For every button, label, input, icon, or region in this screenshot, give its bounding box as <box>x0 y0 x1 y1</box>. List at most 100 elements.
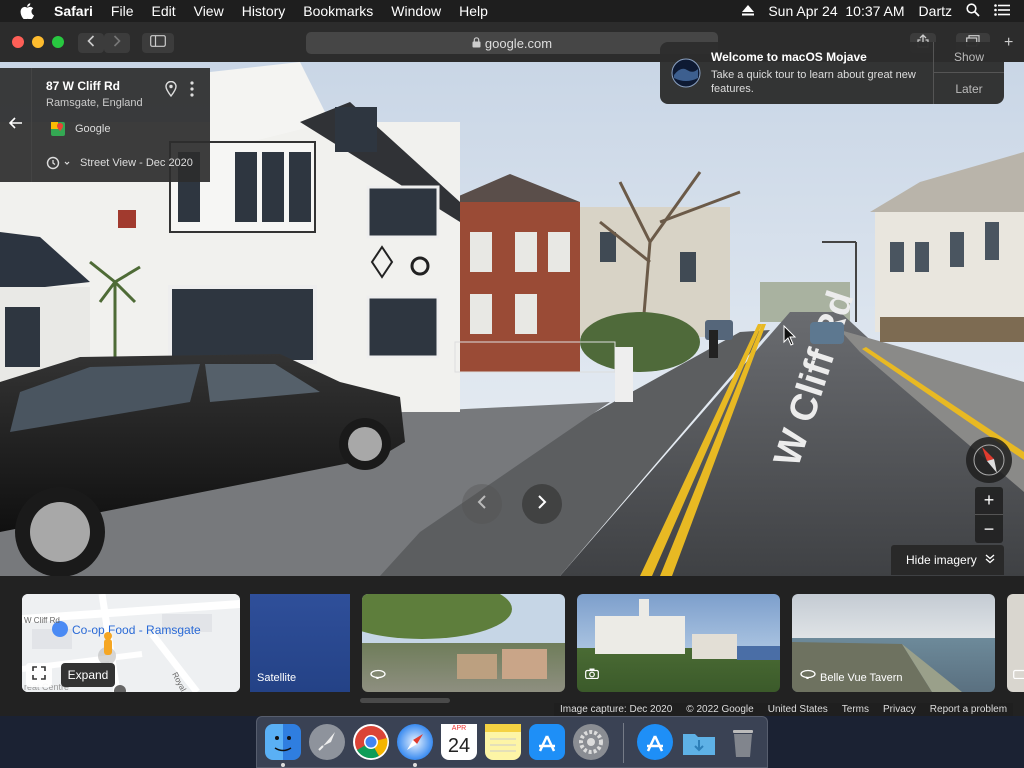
notification-center-icon[interactable] <box>994 3 1010 19</box>
plus-icon: + <box>1004 34 1014 51</box>
double-chevron-down-icon <box>985 553 995 567</box>
app-store-icon[interactable] <box>529 724 565 760</box>
new-tab-button[interactable]: + <box>1004 34 1013 52</box>
map-footer: Image capture: Dec 2020 © 2022 Google Un… <box>554 703 1014 716</box>
calendar-day: 24 <box>447 735 471 757</box>
launchpad-icon[interactable] <box>309 724 345 760</box>
menu-file[interactable]: File <box>111 3 134 19</box>
menu-history[interactable]: History <box>242 3 286 19</box>
menu-view[interactable]: View <box>194 3 224 19</box>
minimize-window-button[interactable] <box>32 36 44 48</box>
provider-label: Google <box>75 123 111 135</box>
zoom-in-button[interactable]: + <box>975 487 1003 515</box>
back-button[interactable] <box>78 33 104 53</box>
panorama-360-icon <box>800 666 816 684</box>
zoom-window-button[interactable] <box>52 36 64 48</box>
map-pin-icon[interactable] <box>165 80 177 102</box>
notification-title: Welcome to macOS Mojave <box>711 50 867 64</box>
location-card: 87 W Cliff Rd Ramsgate, England Google S… <box>0 68 210 182</box>
photo-thumbnail-2[interactable] <box>577 594 780 692</box>
sidebar-button[interactable] <box>142 33 174 53</box>
sidebar-icon <box>150 34 166 52</box>
copyright: © 2022 Google <box>686 704 754 715</box>
compass-icon <box>966 444 1012 487</box>
svg-text:Co-op Food - Ramsgate: Co-op Food - Ramsgate <box>72 623 201 637</box>
more-options-icon[interactable] <box>190 81 194 102</box>
menu-bar: Safari File Edit View History Bookmarks … <box>0 0 1024 22</box>
chevron-left-icon <box>477 494 487 515</box>
zoom-out-button[interactable]: − <box>975 515 1003 543</box>
close-window-button[interactable] <box>12 36 24 48</box>
chevron-left-icon <box>87 34 95 52</box>
svg-text:W Cliff Rd: W Cliff Rd <box>24 616 60 625</box>
photo-1-graphic <box>362 594 547 679</box>
url-text: google.com <box>484 35 553 51</box>
back-to-map-button[interactable] <box>0 68 32 182</box>
satellite-label: Satellite <box>257 672 297 684</box>
report-problem-link[interactable]: Report a problem <box>930 704 1007 715</box>
region-link[interactable]: United States <box>768 704 828 715</box>
expand-map-button[interactable] <box>26 663 52 687</box>
chrome-icon[interactable] <box>353 724 389 760</box>
notification-show-button[interactable]: Show <box>934 42 1004 73</box>
safari-icon[interactable] <box>397 724 433 760</box>
image-capture-date: Image capture: Dec 2020 <box>560 704 673 715</box>
belle-vue-tavern-label: Belle Vue Tavern <box>820 672 903 684</box>
system-preferences-icon[interactable] <box>573 724 609 760</box>
app-store-download-icon[interactable] <box>637 724 673 760</box>
notification-body: Take a quick tour to learn about great n… <box>711 69 916 95</box>
finder-icon[interactable] <box>265 724 301 760</box>
camera-icon <box>1013 666 1024 684</box>
address-bar[interactable]: google.com <box>306 32 718 54</box>
chevron-right-icon <box>113 34 121 52</box>
menu-clock[interactable]: Sun Apr 24 10:37 AM <box>768 3 904 19</box>
satellite-thumbnail[interactable]: Satellite <box>250 594 350 692</box>
calendar-icon[interactable]: APR 24 <box>441 724 477 760</box>
minimap-graphic: W Cliff Rd Royal Rd Co-op Food - Ramsgat… <box>22 594 240 692</box>
calendar-month: APR <box>441 724 477 734</box>
minimap-thumbnail[interactable]: W Cliff Rd Royal Rd Co-op Food - Ramsgat… <box>22 594 240 692</box>
downloads-folder-icon[interactable] <box>681 724 717 760</box>
menu-help[interactable]: Help <box>459 3 488 19</box>
photo-2-graphic <box>595 599 780 660</box>
arrow-left-icon <box>8 116 23 134</box>
lock-icon <box>472 36 481 51</box>
terms-link[interactable]: Terms <box>842 704 869 715</box>
google-maps-icon <box>50 120 66 143</box>
apple-icon[interactable] <box>20 3 38 19</box>
eject-icon[interactable] <box>742 3 755 19</box>
photo-thumbnail-3[interactable]: Belle Vue Tavern <box>792 594 995 692</box>
strip-scrollbar[interactable] <box>360 698 450 703</box>
panorama-360-icon <box>370 666 386 684</box>
menu-window[interactable]: Window <box>391 3 441 19</box>
hide-imagery-button[interactable]: Hide imagery <box>891 545 1004 575</box>
menu-edit[interactable]: Edit <box>151 3 175 19</box>
photo-thumbnail-1[interactable] <box>362 594 565 692</box>
privacy-link[interactable]: Privacy <box>883 704 916 715</box>
trash-icon[interactable] <box>725 724 761 760</box>
menu-user[interactable]: Dartz <box>919 3 952 19</box>
chevron-right-icon <box>537 494 547 515</box>
mojave-app-icon <box>671 58 701 93</box>
menu-bookmarks[interactable]: Bookmarks <box>303 3 373 19</box>
fullscreen-icon <box>32 665 46 685</box>
notes-icon[interactable] <box>485 724 521 760</box>
spotlight-icon[interactable] <box>966 2 980 20</box>
next-photo-button[interactable] <box>522 484 562 524</box>
location-title: 87 W Cliff Rd <box>46 79 120 93</box>
notification-later-button[interactable]: Later <box>934 73 1004 104</box>
mojave-notification[interactable]: Welcome to macOS Mojave Take a quick tou… <box>660 42 1004 104</box>
menu-app-name[interactable]: Safari <box>54 3 93 19</box>
zoom-control: + − <box>975 487 1003 543</box>
hide-imagery-label: Hide imagery <box>906 553 977 567</box>
forward-button[interactable] <box>104 33 130 53</box>
photo-thumbnail-4[interactable] <box>1007 594 1024 692</box>
previous-photo-button[interactable] <box>462 484 502 524</box>
compass-button[interactable] <box>966 437 1012 483</box>
dock: APR 24 <box>256 716 768 768</box>
history-clock-icon[interactable] <box>46 156 70 175</box>
location-subtitle: Ramsgate, England <box>46 97 143 109</box>
street-view-date[interactable]: Street View - Dec 2020 <box>80 157 193 169</box>
camera-icon <box>585 666 599 684</box>
imagery-strip: W Cliff Rd Royal Rd Co-op Food - Ramsgat… <box>0 576 1024 716</box>
